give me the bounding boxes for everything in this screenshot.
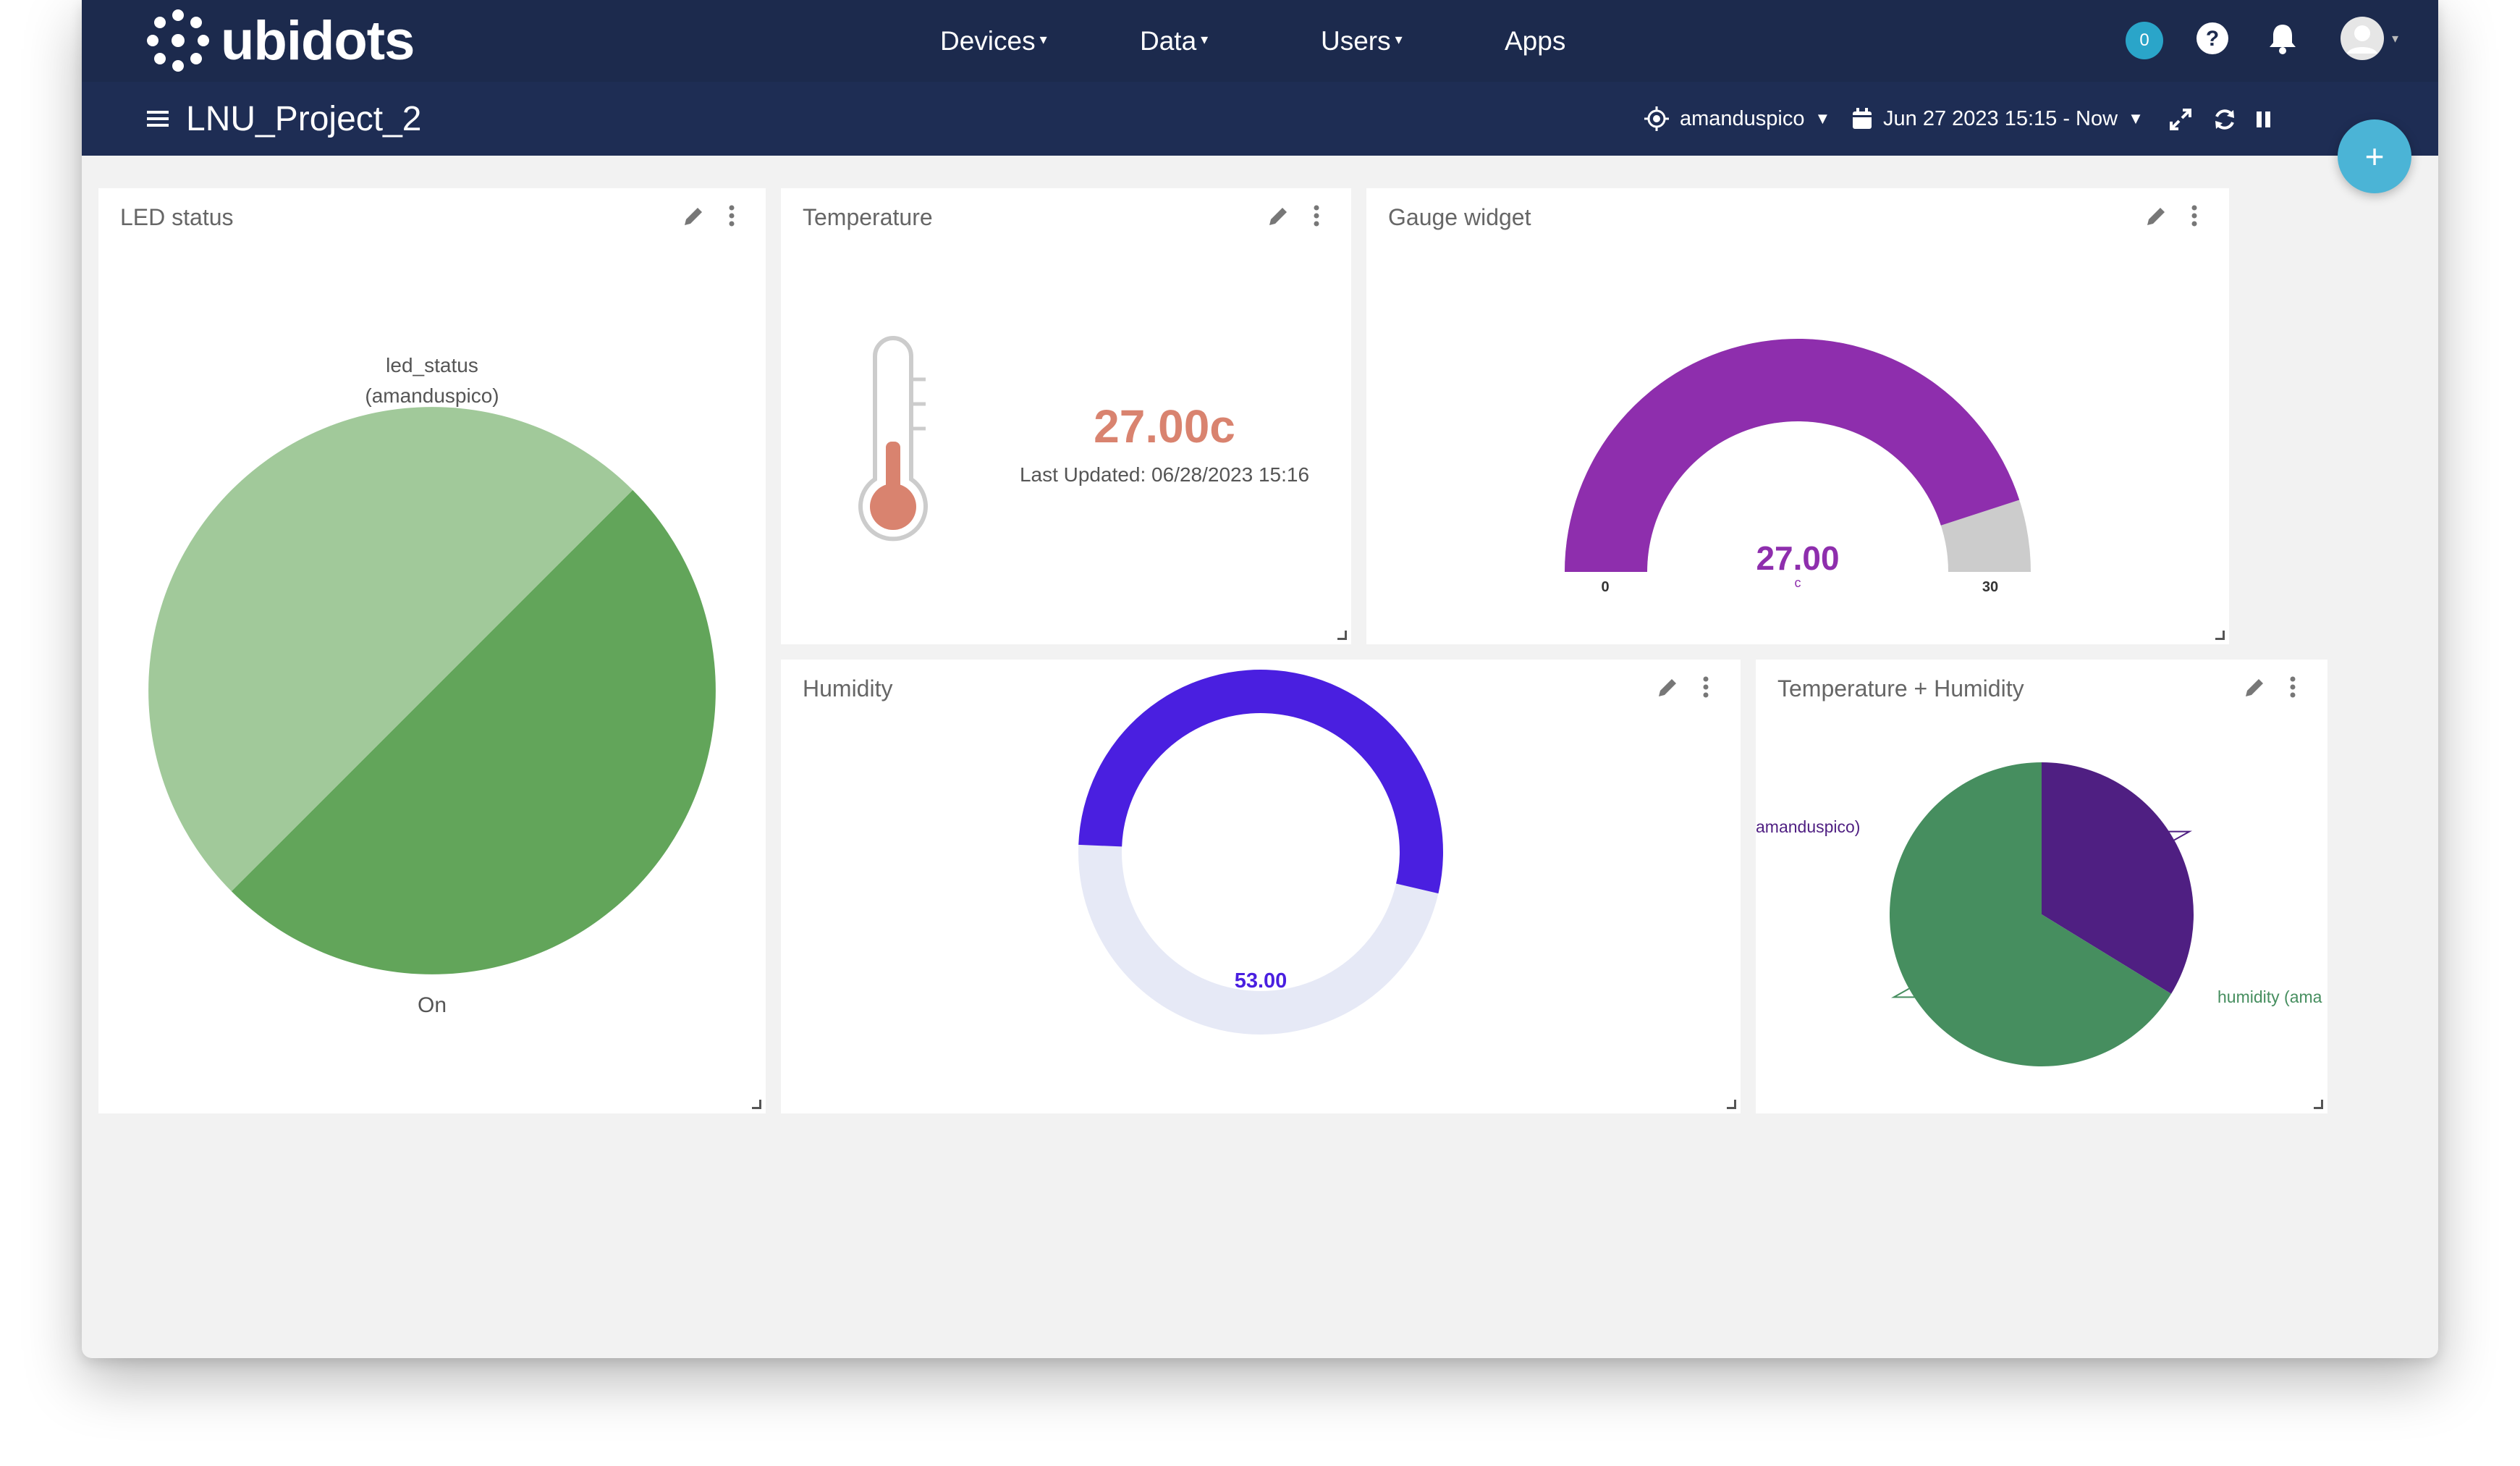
- led-status-pie-chart: [148, 407, 716, 974]
- temp-humidity-pie-chart: [1890, 762, 2194, 1066]
- nav-apps-label: Apps: [1505, 25, 1566, 56]
- nav-users-label: Users: [1321, 25, 1391, 56]
- device-chip-icon: [1644, 106, 1669, 131]
- resize-handle[interactable]: [2314, 1100, 2323, 1109]
- hamburger-menu-icon[interactable]: [145, 109, 170, 129]
- device-filter-dropdown[interactable]: amanduspico ▼: [1644, 82, 1830, 156]
- pie-bottom-label: On: [417, 993, 447, 1017]
- gauge-unit: c: [1794, 576, 1801, 590]
- gauge-max-label: 30: [1982, 579, 1999, 595]
- nav-devices[interactable]: Devices ▾: [940, 0, 1047, 82]
- device-filter-label: amanduspico: [1680, 106, 1805, 130]
- add-widget-button[interactable]: +: [2338, 119, 2411, 193]
- resize-handle[interactable]: [1337, 631, 1347, 640]
- user-menu[interactable]: ▾: [2340, 16, 2398, 61]
- dashboard-window: ubidots Devices ▾ Data ▾ Users ▾ Apps 0 …: [82, 0, 2438, 1358]
- ubidots-logo-icon: [147, 9, 209, 72]
- pause-icon[interactable]: [2254, 109, 2273, 130]
- dashboard-title: LNU_Project_2: [145, 82, 422, 156]
- resize-handle[interactable]: [1727, 1100, 1736, 1109]
- date-range-label: Jun 27 2023 15:15 - Now: [1883, 106, 2118, 130]
- nav-data[interactable]: Data ▾: [1140, 0, 1208, 82]
- brand-logo[interactable]: ubidots: [145, 9, 415, 72]
- calendar-icon: [1853, 108, 1872, 129]
- pie-series-label-line1: led_status: [386, 354, 478, 376]
- last-updated-text: Last Updated: 06/28/2023 15:16: [1019, 463, 1310, 486]
- svg-text:?: ?: [2206, 27, 2219, 51]
- widget-temperature: Temperature 27.00c Last Updated: 06/28/2…: [781, 188, 1351, 644]
- nav-apps[interactable]: Apps: [1505, 0, 1565, 82]
- resize-handle[interactable]: [2215, 631, 2225, 640]
- more-options-icon[interactable]: [1312, 203, 1321, 229]
- caret-down-icon: ▼: [1814, 109, 1831, 127]
- pie-slice-label-right: humidity (ama: [2217, 987, 2322, 1006]
- caret-down-icon: ▾: [2392, 30, 2399, 46]
- gauge-min-label: 0: [1601, 579, 1610, 595]
- temperature-value: 27.00c: [1094, 400, 1235, 452]
- resize-handle[interactable]: [752, 1100, 761, 1109]
- thermometer-icon: [858, 336, 928, 542]
- more-options-icon[interactable]: [727, 203, 736, 229]
- edit-pencil-icon[interactable]: [681, 204, 706, 229]
- nav-devices-label: Devices: [940, 25, 1036, 56]
- refresh-icon[interactable]: [2212, 106, 2238, 132]
- widget-title: LED status: [120, 204, 234, 230]
- notification-count-badge[interactable]: 0: [2126, 22, 2163, 59]
- brand-name: ubidots: [221, 9, 415, 72]
- nav-users[interactable]: Users ▾: [1321, 0, 1403, 82]
- caret-down-icon: ▾: [1201, 32, 1209, 48]
- widget-title: Temperature: [803, 204, 933, 230]
- humidity-fill-arc: [1078, 670, 1443, 894]
- caret-down-icon: ▾: [1395, 32, 1403, 48]
- gauge-value: 27.00: [1756, 539, 1840, 577]
- humidity-donut-chart: [1078, 670, 1443, 1035]
- bell-icon[interactable]: [2265, 20, 2301, 56]
- widget-gauge: Gauge widget 27.00 c 0 30: [1366, 188, 2229, 644]
- pie-slice-label-left: amanduspico): [1756, 817, 1861, 836]
- top-navbar: ubidots Devices ▾ Data ▾ Users ▾ Apps 0 …: [82, 0, 2438, 82]
- widget-temperature-humidity: Temperature + Humidity amanduspico) humi…: [1756, 660, 2327, 1113]
- pie-series-label: led_status (amanduspico): [98, 350, 766, 411]
- humidity-value: 53.00: [1234, 969, 1288, 993]
- caret-down-icon: ▾: [1039, 32, 1047, 48]
- nav-data-label: Data: [1140, 25, 1197, 56]
- edit-pencil-icon[interactable]: [1266, 204, 1290, 229]
- date-range-picker[interactable]: Jun 27 2023 15:15 - Now ▼: [1851, 82, 2144, 156]
- user-avatar-icon: [2341, 17, 2384, 60]
- widget-led-status: LED status led_status (amanduspico) On: [98, 188, 766, 1113]
- dashboard-title-text: LNU_Project_2: [186, 99, 422, 138]
- caret-down-icon: ▼: [2128, 109, 2144, 127]
- widget-humidity: Humidity 53.00: [781, 660, 1741, 1113]
- help-icon[interactable]: ?: [2194, 20, 2231, 56]
- fullscreen-icon[interactable]: [2168, 107, 2193, 132]
